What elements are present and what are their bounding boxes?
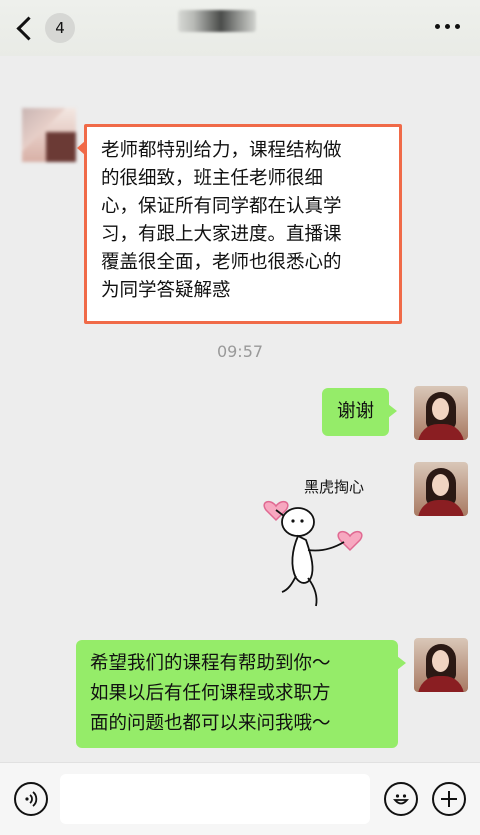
- message-line: 习，有跟上大家进度。直播课: [101, 224, 342, 245]
- emoji-button[interactable]: [384, 782, 418, 816]
- voice-input-button[interactable]: [14, 782, 48, 816]
- more-dots-icon: [435, 24, 440, 29]
- sticker-image[interactable]: [262, 466, 372, 616]
- message-line: 面的问题也都可以来问我哦～: [90, 713, 331, 734]
- message-line: 希望我们的课程有帮助到你～: [90, 653, 331, 674]
- message-input[interactable]: [60, 774, 370, 824]
- chat-header: 4: [0, 0, 480, 56]
- outgoing-message-bubble[interactable]: 谢谢: [322, 388, 398, 436]
- message-line: 心，保证所有同学都在认真学: [101, 196, 342, 217]
- plus-icon: [441, 791, 457, 807]
- unread-count-badge: 4: [45, 13, 75, 43]
- message-line: 如果以后有任何课程或求职方: [90, 683, 331, 704]
- more-options-button[interactable]: [435, 24, 460, 29]
- my-avatar[interactable]: [414, 386, 468, 440]
- message-timestamp: 09:57: [216, 342, 264, 361]
- chevron-left-icon: [16, 15, 41, 41]
- message-line: 为同学答疑解惑: [101, 280, 231, 301]
- incoming-message-bubble[interactable]: 老师都特别给力，课程结构做 的很细致，班主任老师很细 心，保证所有同学都在认真学…: [77, 124, 402, 324]
- message-line: 覆盖很全面，老师也很悉心的: [101, 252, 342, 273]
- back-button[interactable]: 4: [14, 13, 75, 43]
- contact-avatar[interactable]: [22, 108, 76, 162]
- emoji-icon: [393, 794, 409, 805]
- my-avatar[interactable]: [414, 462, 468, 516]
- voice-icon: [25, 791, 38, 807]
- message-line: 的很细致，班主任老师很细: [101, 168, 324, 189]
- outgoing-message-bubble[interactable]: 希望我们的课程有帮助到你～ 如果以后有任何课程或求职方 面的问题也都可以来问我哦…: [76, 640, 406, 748]
- message-text: 谢谢: [337, 401, 375, 422]
- chat-title-redacted: [178, 10, 256, 32]
- message-line: 老师都特别给力，课程结构做: [101, 140, 342, 161]
- my-avatar[interactable]: [414, 638, 468, 692]
- more-functions-button[interactable]: [432, 782, 466, 816]
- input-bar: [0, 762, 480, 835]
